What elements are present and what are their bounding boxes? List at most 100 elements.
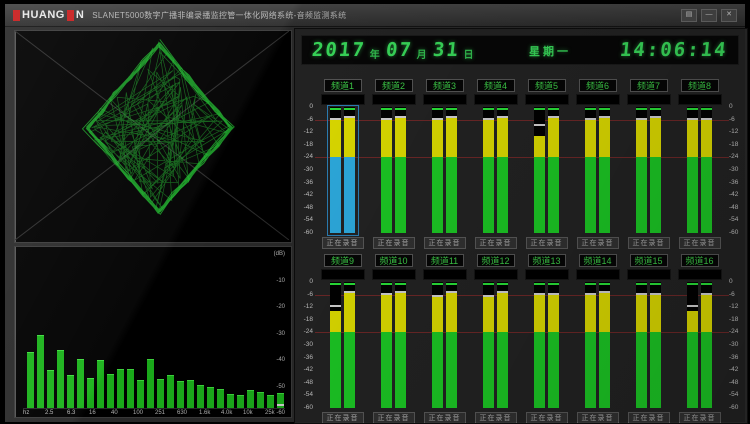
meter-fill-low [534,157,545,233]
spectrum-bar [227,394,234,408]
db-scale-label: -36 [729,179,747,186]
meter-bar-left [687,107,698,233]
spectrum-bar [257,392,264,408]
db-scale-label: -24 [729,153,747,160]
channel-label[interactable]: 频道7 [630,79,668,92]
db-scale-label: -42 [295,191,313,198]
close-icon[interactable]: ✕ [721,9,737,22]
goniometer-panel [14,30,292,243]
logo-text-left: HUANG [22,9,65,21]
meter-peak-hold-tick [650,108,661,110]
meter-fill-yellow [497,118,508,158]
db-scale-label: -30 [729,166,747,173]
meter-peak-hold-tick [483,283,494,285]
meter-bar-left [534,282,545,408]
db-scale-label: -54 [729,216,747,223]
meter-peak-hold-tick [534,108,545,110]
spectrum-x-label: 10k [243,410,253,416]
meter-fill-yellow [483,297,494,333]
meter-fill-low [483,332,494,408]
goniometer-display [15,31,289,240]
meter-bar-right [344,107,355,233]
spectrum-bar [37,335,44,408]
db-scale-label: -54 [729,391,747,398]
meter-fill-low [650,332,661,408]
channel-label[interactable]: 频道3 [426,79,464,92]
db-scale-label: -36 [295,179,313,186]
spectrum-bar [107,374,114,408]
db-scale-label: -6 [729,116,747,123]
db-scale-label: -12 [295,303,313,310]
meter-peak-cap [483,295,494,297]
channel-program-display [627,269,671,280]
meter-bar-right [599,107,610,233]
channel-label[interactable]: 频道6 [579,79,617,92]
channel-label[interactable]: 频道2 [375,79,413,92]
meter-peak-cap [446,116,457,118]
spectrum-bar [47,370,54,408]
channel-status-badge: 正在录音 [373,412,415,424]
channel-label[interactable]: 频道9 [324,254,362,267]
channel-program-display [474,94,518,105]
meter-peak-cap [483,118,494,120]
meter-peak-hold-tick [483,108,494,110]
datetime-display: 2017 年 07 月 31 日 星期一 14:06:14 [301,35,739,65]
meter-bar-right [395,107,406,233]
meter-fill-yellow [330,311,341,332]
month-value: 07 [385,39,414,61]
channel-status-badge: 正在录音 [322,412,364,424]
meter-bar-right [497,282,508,408]
db-scale-label: -12 [729,303,747,310]
channel-status-badge: 正在录音 [424,412,466,424]
channel-label[interactable]: 频道14 [579,254,617,267]
channel-label[interactable]: 频道16 [681,254,719,267]
meter-bar-left [432,107,443,233]
meter-fill-yellow [483,120,494,158]
meter-peak-hold-tick [446,108,457,110]
meter-peak-hold-tick [687,108,698,110]
meter-fill-yellow [701,295,712,333]
meter-peak-hold-tick [585,283,596,285]
minimize-icon[interactable]: — [701,9,717,22]
channel-label[interactable]: 频道4 [477,79,515,92]
spectrum-bar [177,381,184,408]
channel-label[interactable]: 频道13 [528,254,566,267]
meter-bar-right [446,282,457,408]
day-unit: 日 [464,46,474,61]
meter-peak-cap [650,116,661,118]
channel-label[interactable]: 频道11 [426,254,464,267]
spectrum-bar [77,359,84,408]
channel-label[interactable]: 频道15 [630,254,668,267]
spectrum-bar [217,389,224,408]
channel-label[interactable]: 频道8 [681,79,719,92]
spectrum-y-label: -10 [263,278,285,284]
meter-bar-left [381,107,392,233]
spectrum-y-label: -60 [263,410,285,416]
db-scale-label: -18 [729,141,747,148]
meter-bar-left [330,282,341,408]
channel-label[interactable]: 频道5 [528,79,566,92]
meter-bar-left [330,107,341,233]
meter-peak-hold-tick [534,283,545,285]
meter-peak-cap [381,118,392,120]
channel-status-badge: 正在录音 [628,237,670,249]
db-scale-label: -24 [295,153,313,160]
meter-fill-low [395,157,406,233]
meter-bar-right [650,282,661,408]
meter-peak-cap [330,118,341,120]
meter-bar-left [585,107,596,233]
menu-icon[interactable]: ▤ [681,9,697,22]
meter-bar-right [701,282,712,408]
meter-fill-low [548,332,559,408]
channel-label[interactable]: 频道1 [324,79,362,92]
channel-label[interactable]: 频道12 [477,254,515,267]
meter-bar-left [585,282,596,408]
channel-label[interactable]: 频道10 [375,254,413,267]
spectrum-x-label: 251 [155,410,165,416]
channel-status-badge: 正在录音 [322,237,364,249]
channel-program-display [474,269,518,280]
meter-peak-cap [636,293,647,295]
spectrum-bar [207,387,214,408]
spectrum-x-label: 4.0k [221,410,232,416]
spectrum-x-label: hz [23,410,29,416]
